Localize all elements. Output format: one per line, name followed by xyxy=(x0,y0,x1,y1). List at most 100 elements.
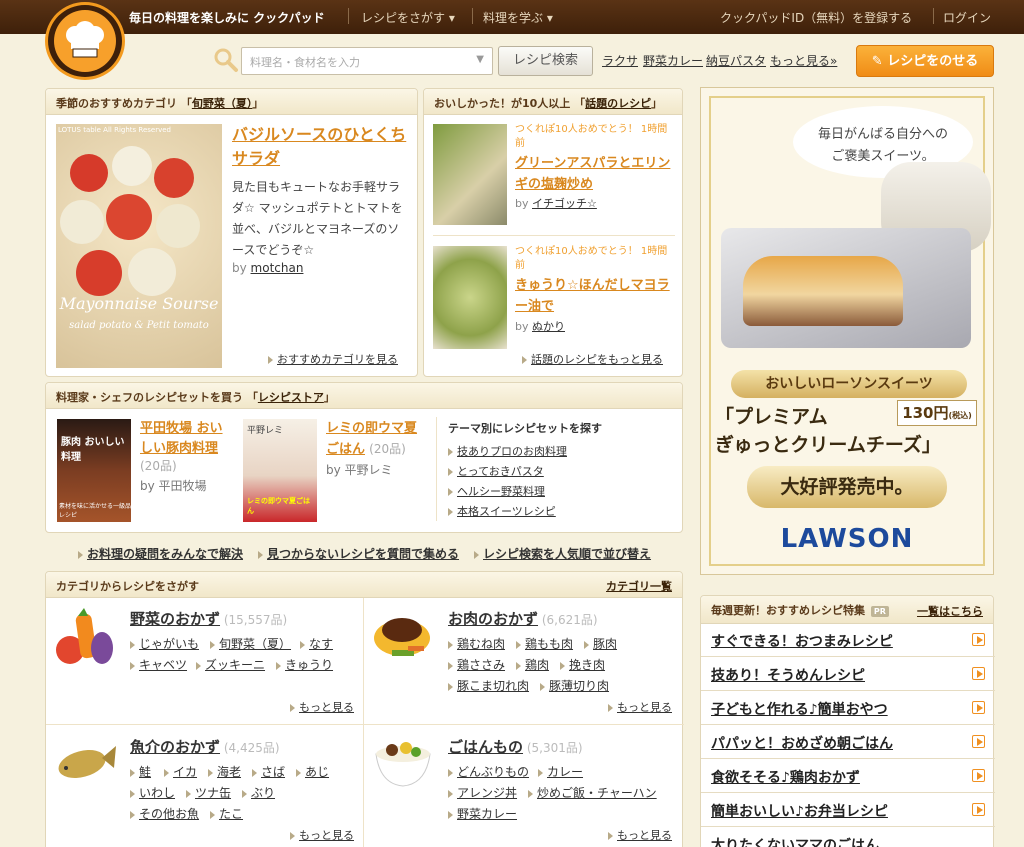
post-recipe-button[interactable]: ✎ レシピをのせる xyxy=(856,45,994,77)
featured-item[interactable]: 食欲そそる♪鶏肉おかず xyxy=(701,759,995,793)
tag-link[interactable]: 炒めご飯・チャーハン xyxy=(528,784,657,801)
more-label: もっと見る xyxy=(299,829,354,842)
quick-link-veg-curry[interactable]: 野菜カレー xyxy=(643,52,703,69)
recipe-author-line: by ぬかり xyxy=(515,318,565,334)
tag-label: どんぶりもの xyxy=(457,765,530,779)
header-prefix: おいしかった！が10人以上 「 xyxy=(434,97,586,110)
tag-label: 豚肉 xyxy=(593,637,618,651)
category-vegetable-link[interactable]: 野菜のおかず xyxy=(130,610,220,628)
recipe-thumb-asparagus[interactable] xyxy=(433,124,507,225)
login-link[interactable]: ログイン xyxy=(943,9,991,26)
category-meat-link[interactable]: お肉のおかず xyxy=(448,610,538,628)
tag-link[interactable]: アレンジ丼 xyxy=(448,784,517,801)
tag-label: ツナ缶 xyxy=(195,786,232,800)
quick-link-more[interactable]: もっと見る» xyxy=(770,52,837,69)
ad-badge: 大好評発売中。 xyxy=(747,466,947,508)
seasonal-category-link[interactable]: 旬野菜（夏） xyxy=(192,97,253,110)
tag-link[interactable]: じゃがいも xyxy=(130,635,199,652)
recipe-image-basil-salad[interactable]: LOTUS table All Rights Reserved Mayonnai… xyxy=(56,124,222,368)
register-link[interactable]: クックパッドID（無料）を登録する xyxy=(720,9,912,26)
tag-link[interactable]: 鶏もも肉 xyxy=(516,635,573,652)
arrow-icon xyxy=(130,810,135,819)
category-more-link[interactable]: もっと見る xyxy=(290,699,354,715)
recipe-thumb-cucumber[interactable] xyxy=(433,246,507,349)
tag-link[interactable]: 鮭 xyxy=(130,763,151,780)
seasonal-more-link[interactable]: おすすめカテゴリを見る xyxy=(268,351,398,367)
tag-link[interactable]: ツナ缶 xyxy=(186,784,231,801)
popular-more-link[interactable]: 話題のレシピをもっと見る xyxy=(522,351,663,367)
promo-label: お料理の疑問をみんなで解決 xyxy=(87,547,244,561)
author-link[interactable]: ぬかり xyxy=(532,320,565,333)
tag-link[interactable]: あじ xyxy=(296,763,329,780)
search-input[interactable]: 料理名・食材名を入力 ▼ xyxy=(241,47,493,75)
category-list-link[interactable]: カテゴリ一覧 xyxy=(606,578,672,594)
featured-item[interactable]: 技あり！そうめんレシピ xyxy=(701,657,995,691)
recipe-title-cucumber[interactable]: きゅうり☆ほんだしマヨラー油で xyxy=(515,275,675,317)
featured-list-link[interactable]: 一覧はこちら xyxy=(917,603,983,619)
tag-link[interactable]: 鶏肉 xyxy=(516,656,549,673)
tag-link[interactable]: きゅうり xyxy=(276,656,333,673)
featured-item[interactable]: 簡単おいしい♪お弁当レシピ xyxy=(701,793,995,827)
author-link[interactable]: イチゴッチ☆ xyxy=(532,197,597,210)
tag-link[interactable]: 海老 xyxy=(208,763,241,780)
category-more-link[interactable]: もっと見る xyxy=(608,827,672,843)
tag-link[interactable]: 豚肉 xyxy=(584,635,617,652)
search-icon xyxy=(214,48,238,72)
header-suffix: 」 xyxy=(651,97,663,110)
tag-label: いわし xyxy=(139,786,176,800)
tag-link[interactable]: さば xyxy=(252,763,285,780)
author-link[interactable]: motchan xyxy=(251,261,304,275)
featured-item[interactable]: パパッと！おめざめ朝ごはん xyxy=(701,725,995,759)
promo-link-sort[interactable]: レシピ検索を人気順で並び替え xyxy=(474,545,651,562)
category-rice-link[interactable]: ごはんもの xyxy=(448,738,523,756)
nav-search-recipes[interactable]: レシピをさがす ▾ xyxy=(361,9,455,26)
tag-link[interactable]: どんぶりもの xyxy=(448,763,529,780)
tag-link[interactable]: たこ xyxy=(210,805,243,822)
tag-link[interactable]: 豚こま切れ肉 xyxy=(448,677,529,694)
tag-link[interactable]: 旬野菜（夏） xyxy=(210,635,291,652)
theme-link[interactable]: ヘルシー野菜料理 xyxy=(448,483,545,499)
tag-link[interactable]: 挽き肉 xyxy=(560,656,605,673)
category-more-link[interactable]: もっと見る xyxy=(608,699,672,715)
tag-link[interactable]: 豚薄切り肉 xyxy=(540,677,609,694)
quick-link-natto-pasta[interactable]: 納豆パスタ xyxy=(706,52,766,69)
tag-link[interactable]: イカ xyxy=(164,763,197,780)
search-button[interactable]: レシピ検索 xyxy=(498,46,593,76)
tag-link[interactable]: キャベツ xyxy=(130,656,187,673)
tag-link[interactable]: いわし xyxy=(130,784,175,801)
recipe-store-link[interactable]: レシピストア xyxy=(258,391,324,404)
featured-item[interactable]: 子どもと作れる♪簡単おやつ xyxy=(701,691,995,725)
category-fish-link[interactable]: 魚介のおかず xyxy=(130,738,220,756)
recipe-title-basil-salad[interactable]: バジルソースのひとくちサラダ xyxy=(232,123,407,171)
arrow-icon xyxy=(522,356,527,364)
store-item-title[interactable]: 平田牧場 おいしい豚肉料理 xyxy=(140,421,223,456)
featured-item[interactable]: すぐできる！おつまみレシピ xyxy=(701,623,995,657)
tag-link[interactable]: ズッキーニ xyxy=(196,656,265,673)
tag-link[interactable]: カレー xyxy=(538,763,583,780)
nav-learn-cooking[interactable]: 料理を学ぶ ▾ xyxy=(483,9,553,26)
tag-link[interactable]: なす xyxy=(300,635,333,652)
tag-link[interactable]: 野菜カレー xyxy=(448,805,517,822)
tag-link[interactable]: 鶏むね肉 xyxy=(448,635,505,652)
theme-link[interactable]: 本格スイーツレシピ xyxy=(448,503,556,519)
theme-link[interactable]: 技ありプロのお肉料理 xyxy=(448,443,567,459)
tag-link[interactable]: ぶり xyxy=(242,784,275,801)
recipe-title-asparagus[interactable]: グリーンアスパラとエリンギの塩麹炒め xyxy=(515,153,675,195)
tag-link[interactable]: その他お魚 xyxy=(130,805,199,822)
promo-link-request[interactable]: 見つからないレシピを質問で集める xyxy=(258,545,459,562)
play-icon xyxy=(972,769,985,782)
store-thumb-remi[interactable]: 平野レミ レミの即ウマ夏ごはん xyxy=(243,419,317,522)
cookpad-logo[interactable] xyxy=(45,2,125,80)
popular-recipes-link[interactable]: 話題のレシピ xyxy=(585,97,651,110)
category-more-link[interactable]: もっと見る xyxy=(290,827,354,843)
theme-link[interactable]: とっておきパスタ xyxy=(448,463,544,479)
promo-link-qa[interactable]: お料理の疑問をみんなで解決 xyxy=(78,545,243,562)
chevron-down-icon[interactable]: ▼ xyxy=(476,54,484,65)
arrow-icon xyxy=(448,488,453,496)
quick-link-laksa[interactable]: ラクサ xyxy=(602,52,638,69)
arrow-icon xyxy=(584,640,589,649)
store-thumb-hirata[interactable]: 豚肉 おいしい 料理 素材を味に活かせる一級品レシピ xyxy=(57,419,131,522)
tag-link[interactable]: 鶏ささみ xyxy=(448,656,505,673)
lawson-ad-banner[interactable]: 毎日がんばる自分への ご褒美スイーツ。 おいしいローソンスイーツ 「プレミアム … xyxy=(700,87,994,575)
featured-item[interactable]: 太りたくないママのごはん xyxy=(701,827,995,847)
